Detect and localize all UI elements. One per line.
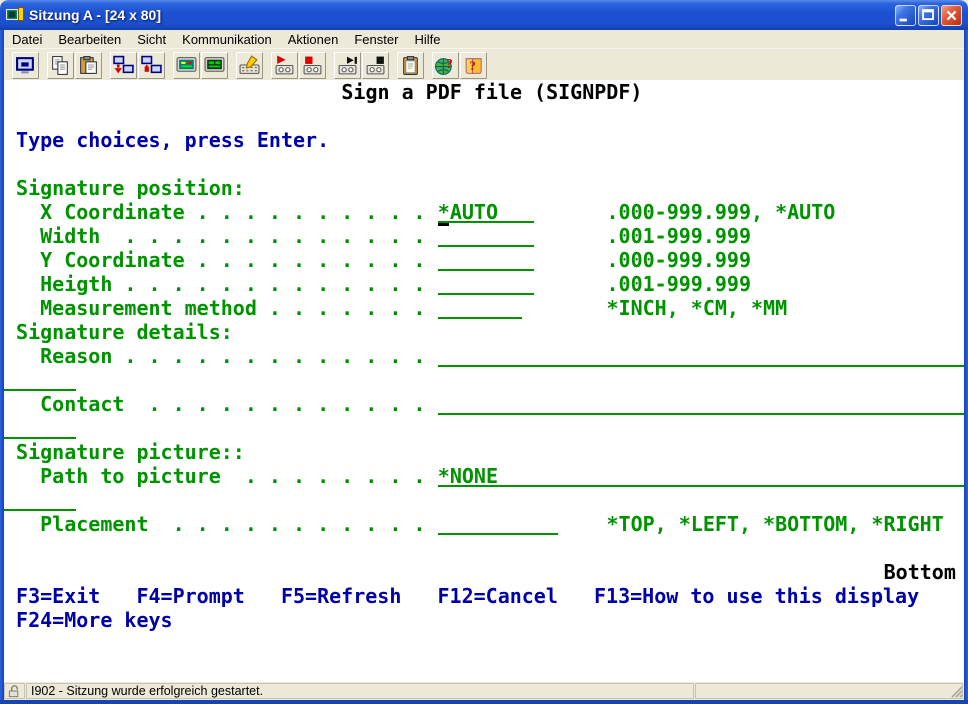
svg-text:?: ? bbox=[470, 59, 476, 73]
menu-bar: DateiBearbeitenSichtKommunikationAktione… bbox=[4, 30, 964, 48]
values-placement: *TOP, *LEFT, *BOTTOM, *RIGHT bbox=[607, 512, 944, 536]
values-width: .001-999.999 bbox=[607, 224, 752, 248]
display-setup-icon[interactable] bbox=[173, 52, 200, 79]
values-heigth: .001-999.999 bbox=[607, 272, 752, 296]
keyboard-remap-icon[interactable] bbox=[236, 52, 263, 79]
label-x-coordinate: X Coordinate . . . . . . . . . . bbox=[40, 200, 425, 224]
label-heigth: Heigth . . . . . . . . . . . . . bbox=[40, 272, 425, 296]
connection-icon bbox=[4, 683, 25, 699]
label-contact: Contact . . . . . . . . . . . . bbox=[40, 392, 425, 416]
title-bar[interactable]: Sitzung A - [24 x 80] bbox=[0, 0, 968, 30]
help-icon[interactable]: ? bbox=[460, 52, 487, 79]
application-window: Sitzung A - [24 x 80] DateiBearbeitenSic… bbox=[0, 0, 968, 704]
function-keys-line-2: F24=More keys bbox=[16, 608, 173, 632]
section-signature-position: Signature position: bbox=[16, 176, 245, 200]
window-border-left bbox=[0, 30, 4, 704]
menu-hilfe[interactable]: Hilfe bbox=[406, 31, 448, 48]
svg-text:?: ? bbox=[446, 56, 453, 71]
heigth-field[interactable] bbox=[438, 272, 534, 295]
minimize-button[interactable] bbox=[895, 5, 916, 26]
window-border-bottom bbox=[0, 700, 968, 704]
screen-title: Sign a PDF file (SIGNPDF) bbox=[341, 80, 642, 104]
status-extra-cell bbox=[695, 683, 963, 699]
section-signature-details: Signature details: bbox=[16, 320, 233, 344]
measurement-method-field[interactable] bbox=[438, 296, 522, 319]
play-macro-icon[interactable] bbox=[334, 52, 361, 79]
session-window-icon[interactable] bbox=[12, 52, 39, 79]
menu-bearbeiten[interactable]: Bearbeiten bbox=[50, 31, 129, 48]
menu-sicht[interactable]: Sicht bbox=[129, 31, 174, 48]
toolbar: ?? bbox=[4, 48, 964, 81]
resize-grip[interactable] bbox=[949, 684, 963, 698]
window-border-right bbox=[964, 30, 968, 704]
menu-aktionen[interactable]: Aktionen bbox=[280, 31, 347, 48]
copy-icon[interactable] bbox=[47, 52, 74, 79]
paste-icon[interactable] bbox=[75, 52, 102, 79]
width-field[interactable] bbox=[438, 224, 534, 247]
label-measurement-method: Measurement method . . . . . . . bbox=[40, 296, 425, 320]
x-coordinate-field[interactable]: *AUTO bbox=[438, 200, 534, 223]
session-icon bbox=[6, 6, 24, 24]
function-keys-line-1: F3=Exit F4=Prompt F5=Refresh F12=Cancel … bbox=[16, 584, 919, 608]
reason-field[interactable] bbox=[438, 344, 964, 367]
label-placement: Placement . . . . . . . . . . . bbox=[40, 512, 425, 536]
window-title: Sitzung A - [24 x 80] bbox=[29, 7, 895, 23]
text-cursor bbox=[438, 223, 449, 226]
y-coordinate-field[interactable] bbox=[438, 248, 534, 271]
placement-field[interactable] bbox=[438, 512, 559, 535]
record-macro-icon[interactable] bbox=[271, 52, 298, 79]
path-to-picture-field-continuation[interactable] bbox=[4, 488, 76, 511]
clipboard-icon[interactable] bbox=[397, 52, 424, 79]
web-help-icon[interactable]: ? bbox=[432, 52, 459, 79]
menu-datei[interactable]: Datei bbox=[4, 31, 50, 48]
display-colors-icon[interactable] bbox=[201, 52, 228, 79]
values-x-coordinate: .000-999.999, *AUTO bbox=[607, 200, 836, 224]
receive-file-icon[interactable] bbox=[138, 52, 165, 79]
menu-fenster[interactable]: Fenster bbox=[346, 31, 406, 48]
status-message: I902 - Sitzung wurde erfolgreich gestart… bbox=[26, 683, 694, 699]
stop-record-icon[interactable] bbox=[299, 52, 326, 79]
instruction-line: Type choices, press Enter. bbox=[16, 128, 329, 152]
quit-macro-icon[interactable] bbox=[362, 52, 389, 79]
status-bar: I902 - Sitzung wurde erfolgreich gestart… bbox=[4, 682, 964, 700]
close-button[interactable] bbox=[941, 5, 962, 26]
path-to-picture-field[interactable]: *NONE bbox=[438, 464, 964, 487]
label-reason: Reason . . . . . . . . . . . . . bbox=[40, 344, 425, 368]
send-file-icon[interactable] bbox=[110, 52, 137, 79]
reason-field-continuation[interactable] bbox=[4, 368, 76, 391]
label-y-coordinate: Y Coordinate . . . . . . . . . . bbox=[40, 248, 425, 272]
section-signature-picture: Signature picture:: bbox=[16, 440, 245, 464]
values-y-coordinate: .000-999.999 bbox=[607, 248, 752, 272]
values-measurement-method: *INCH, *CM, *MM bbox=[607, 296, 788, 320]
label-path-to-picture: Path to picture . . . . . . . . bbox=[40, 464, 425, 488]
maximize-button[interactable] bbox=[918, 5, 939, 26]
bottom-indicator: Bottom bbox=[884, 560, 956, 584]
label-width: Width . . . . . . . . . . . . . bbox=[40, 224, 425, 248]
terminal-screen[interactable]: *AUTO *NONE Sign a PDF file (SIGNPDF) Type … bbox=[4, 80, 964, 682]
menu-kommunikation[interactable]: Kommunikation bbox=[174, 31, 280, 48]
contact-field[interactable] bbox=[438, 392, 964, 415]
contact-field-continuation[interactable] bbox=[4, 416, 76, 439]
